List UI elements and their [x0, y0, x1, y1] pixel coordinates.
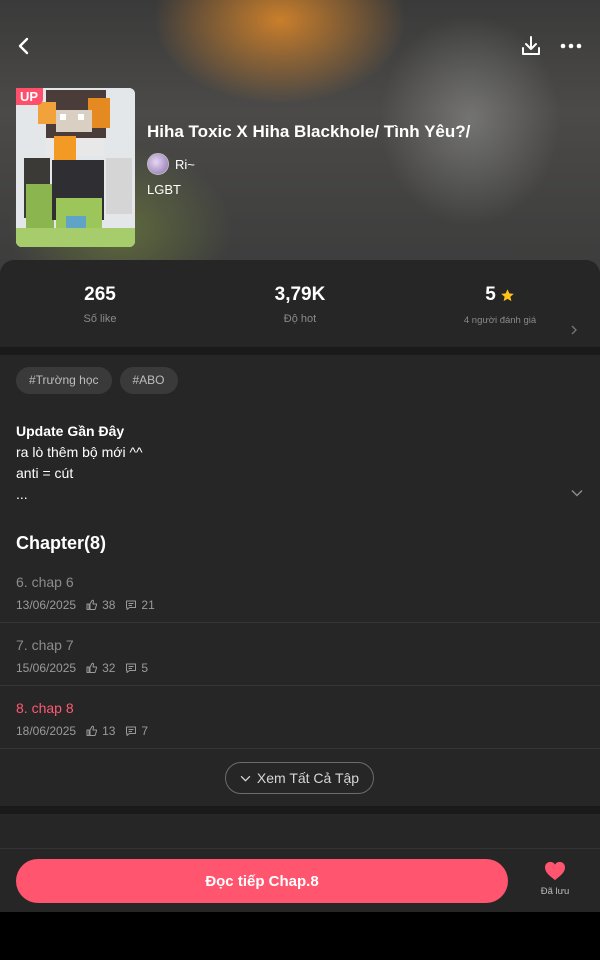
chapter-title: 6. chap 6	[16, 574, 74, 590]
cover-art	[16, 88, 135, 247]
cover-image[interactable]	[16, 88, 135, 247]
chapters-heading: Chapter(8)	[16, 533, 107, 553]
recent-update: Update Gần Đây ra lò thêm bộ mới ^^ anti…	[16, 421, 576, 505]
thumb-up-icon	[86, 662, 98, 673]
star-icon	[501, 288, 514, 301]
bottom-bar: Đọc tiếp Chap.8 Đã lưu	[0, 848, 600, 912]
see-all-chapters-button[interactable]: Xem Tất Cả Tập	[225, 762, 374, 794]
chevron-down-icon	[240, 775, 251, 782]
stat-hot: 3,79K Độ hot	[200, 282, 400, 325]
stat-likes: 265 Số like	[0, 282, 200, 325]
avatar	[147, 153, 169, 175]
download-icon	[522, 36, 540, 55]
continue-reading-button[interactable]: Đọc tiếp Chap.8	[16, 859, 508, 903]
chapter-row[interactable]: 8. chap 8 18/06/2025 13 7	[0, 686, 600, 749]
chapter-comments: 7	[141, 724, 149, 738]
hot-count: 3,79K	[274, 284, 326, 305]
details-panel: 265 Số like 3,79K Độ hot 5 4 người đánh …	[0, 260, 600, 850]
update-title: Update Gần Đây	[16, 423, 125, 439]
chapter-date: 18/06/2025	[16, 724, 77, 738]
more-icon	[560, 43, 582, 49]
chapter-title: 8. chap 8	[16, 700, 74, 716]
chapter-likes: 13	[102, 724, 116, 738]
update-line: anti = cút	[16, 465, 74, 481]
expand-button[interactable]	[568, 486, 586, 500]
chevron-right-icon[interactable]	[571, 325, 577, 335]
hot-label: Độ hot	[283, 313, 317, 325]
chapter-likes: 32	[102, 661, 116, 675]
saved-label: Đã lưu	[540, 886, 570, 897]
chapter-meta: 18/06/2025 13 7	[16, 724, 148, 738]
chapter-comments: 21	[141, 598, 155, 612]
see-all-label: Xem Tất Cả Tập	[256, 770, 360, 786]
system-nav-area	[0, 912, 600, 960]
chapter-date: 15/06/2025	[16, 661, 77, 675]
author[interactable]: Ri~	[147, 153, 195, 175]
back-button[interactable]	[10, 32, 38, 60]
divider	[0, 806, 600, 814]
back-icon	[18, 37, 29, 55]
comment-icon	[126, 663, 137, 673]
tag-list: #Trường học #ABO	[16, 367, 178, 394]
heart-icon	[545, 861, 565, 881]
chapter-row[interactable]: 7. chap 7 15/06/2025 32 5	[0, 623, 600, 686]
more-options-button[interactable]	[557, 32, 585, 60]
rating-value: 5	[485, 284, 496, 305]
chapter-row[interactable]: 6. chap 6 13/06/2025 38 21	[0, 560, 600, 623]
chapter-meta: 13/06/2025 38 21	[16, 598, 155, 612]
header-backdrop: UP Hiha Toxic X Hiha Blackhole/ Tình Yêu…	[0, 0, 600, 275]
comment-icon	[126, 600, 137, 610]
author-name: Ri~	[175, 156, 195, 172]
thumb-up-icon	[86, 725, 98, 736]
thumb-up-icon	[86, 599, 98, 610]
genre-label: LGBT	[147, 182, 181, 197]
update-badge: UP	[16, 88, 44, 105]
chapter-comments: 5	[141, 661, 149, 675]
top-bar	[0, 0, 600, 90]
likes-count: 265	[84, 284, 116, 305]
chapter-title: 7. chap 7	[16, 637, 74, 653]
download-button[interactable]	[517, 32, 545, 60]
update-line: ...	[16, 486, 28, 502]
chapter-meta: 15/06/2025 32 5	[16, 661, 148, 675]
tag-item[interactable]: #ABO	[119, 367, 178, 394]
tag-item[interactable]: #Trường học	[16, 367, 112, 394]
rating-count-label: 4 người đánh giá	[463, 315, 537, 326]
comment-icon	[126, 726, 137, 736]
chapter-likes: 38	[102, 598, 116, 612]
chapter-list: 6. chap 6 13/06/2025 38 21 7. chap 7 15/…	[0, 560, 600, 749]
update-line: ra lò thêm bộ mới ^^	[16, 444, 143, 460]
stat-rating[interactable]: 5 4 người đánh giá	[400, 282, 600, 326]
chapter-date: 13/06/2025	[16, 598, 77, 612]
stats-row: 265 Số like 3,79K Độ hot 5 4 người đánh …	[0, 282, 600, 342]
story-title: Hiha Toxic X Hiha Blackhole/ Tình Yêu?/	[147, 122, 471, 141]
saved-button[interactable]: Đã lưu	[530, 861, 580, 905]
divider	[0, 347, 600, 355]
chevron-down-icon	[571, 489, 583, 497]
likes-label: Số like	[83, 313, 117, 325]
